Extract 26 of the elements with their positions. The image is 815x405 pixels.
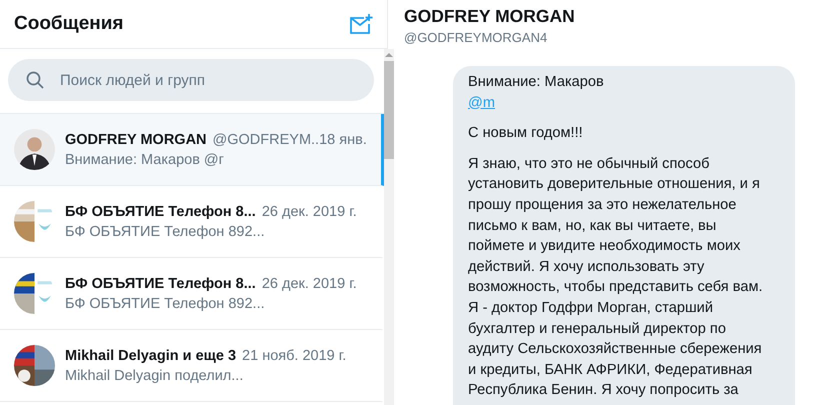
sender-handle: @GODFREYM.. [212, 132, 320, 148]
message-date: 26 дек. 2019 г. [262, 276, 357, 292]
scroll-up-icon[interactable] [384, 52, 393, 58]
message-text: Внимание: Макаров [468, 73, 605, 92]
message-date: 18 янв. [319, 132, 367, 148]
scrollbar[interactable] [384, 49, 394, 405]
conversation-handle: @GODFREYMORGAN4 [404, 30, 548, 45]
sender-name: Mikhail Delyagin и еще 3 [65, 348, 236, 364]
sidebar-title: Сообщения [14, 13, 124, 35]
sender-name: GODFREY MORGAN [65, 132, 207, 148]
message-date: 21 нояб. 2019 г. [242, 348, 346, 364]
conversation-item[interactable]: GODFREY MORGAN @GODFREYM..18 янв. Внимание: Макаров @г [0, 114, 384, 186]
message-text: С новым годом!!! [468, 124, 584, 144]
message-preview: БФ ОБЪЯТИЕ Телефон 892... [65, 296, 266, 312]
message-preview: БФ ОБЪЯТИЕ Телефон 892... [65, 224, 266, 240]
search-icon [26, 71, 44, 89]
new-message-icon[interactable] [349, 13, 373, 35]
conversation-title: GODFREY MORGAN [404, 6, 576, 27]
message-text: Я знаю, что это не обычный способ установить доверительные отношения, и я прошу прощения за это нежелательное письмо к вам, но, как вы читаете, вы поймете и увидите необходимость моих действий. Я хочу использовать эту возможность, чтобы представить себя вам. Я - доктор Годфри Морган, старший бухгалтер и генеральный директор по аудиту Сельскохозяйственные сбережения и кредиты, БАНК АФРИКИ, Федеративная Республика Бенин. Я хочу попросить за [468, 154, 764, 400]
message-preview: Mikhail Delyagin поделил... [65, 368, 244, 384]
sender-name: БФ ОБЪЯТИЕ Телефон 8... [65, 204, 256, 220]
message-date: 26 дек. 2019 г. [262, 204, 357, 220]
search-field[interactable]: Поиск людей и групп [58, 70, 356, 90]
search-box[interactable]: Поиск людей и групп [8, 59, 374, 101]
message-preview: Внимание: Макаров @г [65, 152, 225, 168]
sender-name: БФ ОБЪЯТИЕ Телефон 8... [65, 276, 256, 292]
